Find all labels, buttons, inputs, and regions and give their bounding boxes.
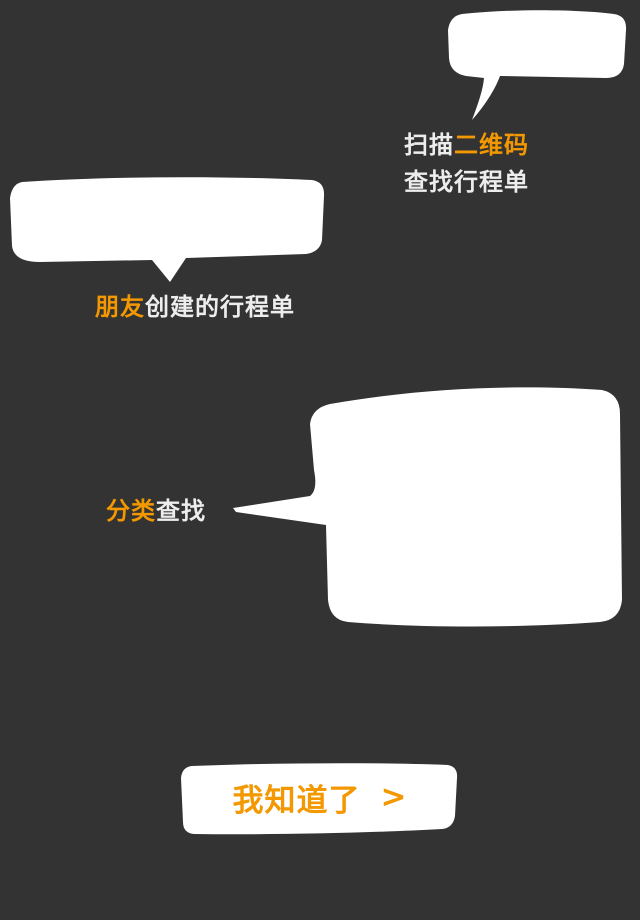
category-callout-bubble — [233, 387, 622, 627]
qr-hint-prefix: 扫描 — [404, 131, 454, 159]
category-search-hint: 分类查找 — [106, 493, 206, 530]
got-it-label-row: 我知道了 > — [180, 762, 460, 832]
qr-hint-highlight: 二维码 — [454, 131, 529, 159]
qr-hint-line2: 查找行程单 — [404, 168, 529, 196]
friend-itinerary-hint: 朋友创建的行程单 — [95, 289, 295, 326]
qr-callout-bubble — [448, 10, 627, 120]
chevron-right-icon: > — [380, 779, 408, 815]
friend-callout-bubble — [10, 177, 325, 282]
category-hint-highlight: 分类 — [106, 497, 156, 525]
got-it-button[interactable]: 我知道了 > — [180, 762, 460, 836]
got-it-label: 我知道了 — [232, 782, 361, 819]
friend-hint-highlight: 朋友 — [95, 293, 145, 321]
friend-hint-text: 创建的行程单 — [145, 293, 295, 321]
qr-hint-line1: 扫描二维码 — [404, 127, 529, 164]
guide-overlay: 扫描二维码 查找行程单 朋友创建的行程单 分类查找 我知道了 > — [0, 0, 640, 920]
qr-scan-hint: 扫描二维码 查找行程单 — [404, 127, 529, 201]
category-hint-text: 查找 — [156, 497, 206, 525]
